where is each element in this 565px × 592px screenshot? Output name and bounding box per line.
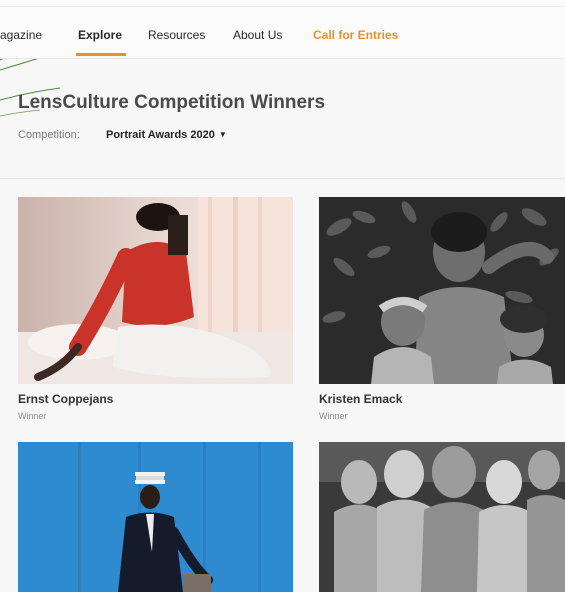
photo-man-blue-backdrop	[18, 442, 293, 592]
photo-mother-children	[319, 197, 565, 384]
top-navigation: agazine Explore Resources About Us Call …	[0, 0, 565, 59]
photo-group-portrait	[319, 442, 565, 592]
winner-photo-1[interactable]	[18, 197, 293, 384]
photo-woman-red-sweater	[18, 197, 293, 384]
winner-award-1: Winner	[18, 411, 47, 421]
winner-award-2: Winner	[319, 411, 348, 421]
nav-explore[interactable]: Explore	[78, 28, 122, 42]
nav-about-us[interactable]: About Us	[233, 28, 282, 42]
top-rule	[0, 6, 565, 7]
competition-dropdown-value: Portrait Awards 2020	[106, 129, 215, 141]
winner-photo-3[interactable]	[18, 442, 293, 592]
nav-magazine[interactable]: agazine	[0, 28, 42, 42]
nav-resources[interactable]: Resources	[148, 28, 205, 42]
nav-call-for-entries[interactable]: Call for Entries	[313, 28, 398, 42]
winner-name-1[interactable]: Ernst Coppejans	[18, 392, 113, 406]
winner-photo-4[interactable]	[319, 442, 565, 592]
caret-down-icon: ▼	[218, 130, 227, 139]
header-divider	[0, 178, 565, 179]
page-title: LensCulture Competition Winners	[18, 92, 326, 113]
competition-dropdown[interactable]: Portrait Awards 2020 ▼	[106, 129, 227, 141]
competition-filter: Competition: Portrait Awards 2020 ▼	[18, 129, 227, 141]
winner-name-2[interactable]: Kristen Emack	[319, 392, 402, 406]
winner-photo-2[interactable]	[319, 197, 565, 384]
active-tab-indicator	[76, 53, 126, 56]
competition-filter-label: Competition:	[18, 129, 80, 141]
